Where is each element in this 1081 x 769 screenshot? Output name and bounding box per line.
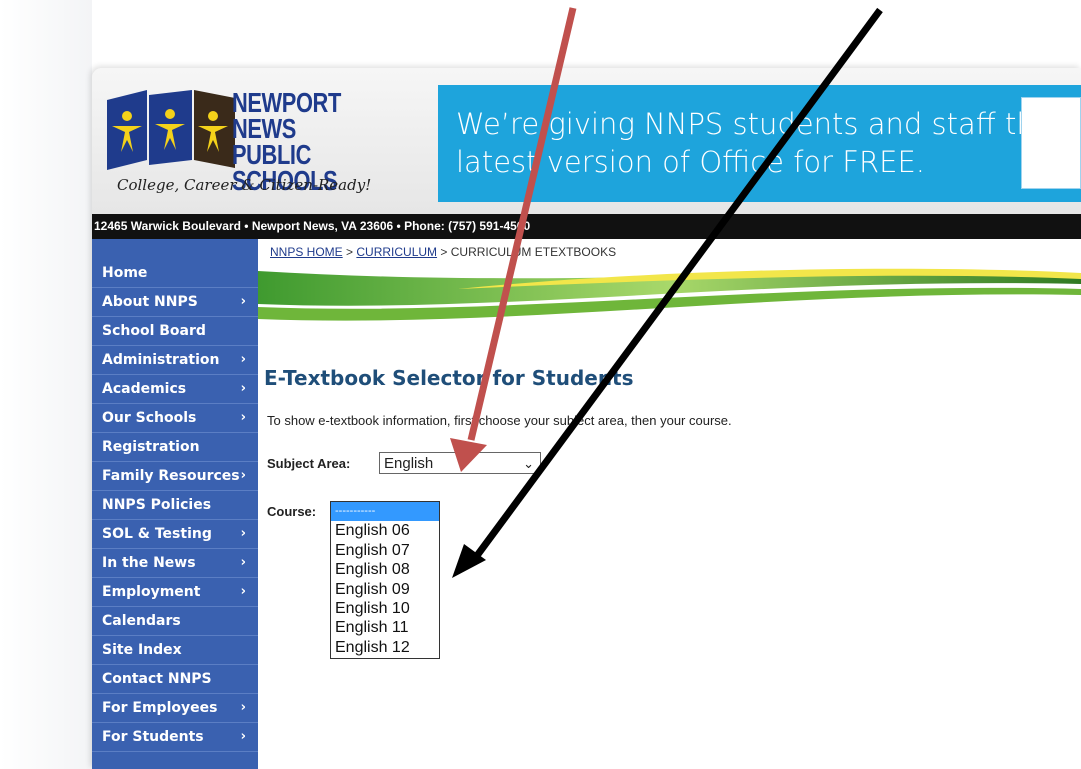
- course-listbox[interactable]: ----------- English 06 English 07 English 0…: [330, 501, 440, 659]
- sidebar-item-label: Registration: [102, 439, 200, 455]
- sidebar-item-administration[interactable]: Administration ›: [92, 346, 258, 375]
- site-header: NEWPORT NEWS PUBLIC SCHOOLS College, Car…: [92, 68, 1081, 214]
- sidebar-item-nnps-policies[interactable]: NNPS Policies: [92, 491, 258, 520]
- course-option[interactable]: English 09: [331, 580, 439, 599]
- nnps-logo[interactable]: NEWPORT NEWS PUBLIC SCHOOLS College, Car…: [102, 84, 422, 204]
- course-option[interactable]: English 08: [331, 560, 439, 579]
- breadcrumb-current: CURRICULUM ETEXTBOOKS: [450, 245, 617, 259]
- sidebar-item-label: Site Index: [102, 642, 182, 658]
- sidebar-item-label: For Employees: [102, 700, 218, 716]
- sidebar-item-calendars[interactable]: Calendars: [92, 607, 258, 636]
- breadcrumb-separator: >: [342, 245, 357, 259]
- chevron-right-icon: ›: [240, 584, 246, 599]
- sidebar-item-about-nnps[interactable]: About NNPS ›: [92, 288, 258, 317]
- sidebar-item-label: About NNPS: [102, 294, 198, 310]
- website-screenshot: NEWPORT NEWS PUBLIC SCHOOLS College, Car…: [92, 68, 1081, 769]
- sidebar-item-school-board[interactable]: School Board: [92, 317, 258, 346]
- sidebar-item-label: For Students: [102, 729, 204, 745]
- sidebar-item-site-index[interactable]: Site Index: [92, 636, 258, 665]
- main-content: NNPS HOME > CURRICULUM > CURRICULUM ETEX…: [258, 239, 1081, 769]
- chevron-right-icon: ›: [240, 294, 246, 309]
- sidebar-item-label: School Board: [102, 323, 206, 339]
- course-option[interactable]: English 11: [331, 618, 439, 637]
- sidebar-item-family-resources[interactable]: Family Resources ›: [92, 462, 258, 491]
- sidebar-item-label: Our Schools: [102, 410, 197, 426]
- slide-page: NEWPORT NEWS PUBLIC SCHOOLS College, Car…: [0, 0, 1081, 769]
- subject-area-row: Subject Area: English ⌄: [267, 452, 541, 474]
- breadcrumb-curriculum-link[interactable]: CURRICULUM: [356, 245, 437, 259]
- subject-area-value: English: [384, 455, 434, 472]
- chevron-right-icon: ›: [240, 410, 246, 425]
- chevron-right-icon: ›: [240, 468, 246, 483]
- chevron-right-icon: ›: [240, 555, 246, 570]
- office-promo-banner[interactable]: We’re giving NNPS students and staff the…: [438, 85, 1081, 202]
- sidebar-item-home[interactable]: Home: [92, 259, 258, 288]
- sidebar-item-label: In the News: [102, 555, 196, 571]
- banner-line2: latest version of Office for FREE.: [456, 145, 925, 179]
- sidebar-item-in-the-news[interactable]: In the News ›: [92, 549, 258, 578]
- intro-text: To show e-textbook information, first ch…: [267, 413, 732, 428]
- sidebar-item-label: Family Resources: [102, 468, 240, 484]
- banner-text: We’re giving NNPS students and staff the…: [456, 105, 1053, 181]
- course-option[interactable]: -----------: [331, 502, 439, 522]
- course-option[interactable]: English 06: [331, 521, 439, 540]
- course-option[interactable]: English 07: [331, 541, 439, 560]
- banner-line1: We’re giving NNPS students and staff the: [456, 107, 1053, 141]
- sidebar-item-academics[interactable]: Academics ›: [92, 375, 258, 404]
- sidebar-item-label: SOL & Testing: [102, 526, 212, 542]
- chevron-right-icon: ›: [240, 526, 246, 541]
- sidebar-nav: Home About NNPS › School Board Administratio…: [92, 239, 258, 769]
- sidebar-item-contact-nnps[interactable]: Contact NNPS: [92, 665, 258, 694]
- chevron-down-icon: ⌄: [523, 456, 534, 471]
- logo-tagline: College, Career & Citizen-Ready!: [117, 176, 372, 194]
- breadcrumb: NNPS HOME > CURRICULUM > CURRICULUM ETEX…: [270, 245, 616, 259]
- sidebar-item-sol-testing[interactable]: SOL & Testing ›: [92, 520, 258, 549]
- subject-area-select[interactable]: English ⌄: [379, 452, 541, 474]
- sidebar-item-label: Employment: [102, 584, 201, 600]
- chevron-right-icon: ›: [240, 729, 246, 744]
- breadcrumb-separator: >: [437, 245, 451, 259]
- chevron-right-icon: ›: [240, 700, 246, 715]
- course-option[interactable]: English 10: [331, 599, 439, 618]
- course-label: Course:: [267, 504, 317, 519]
- subject-area-label: Subject Area:: [267, 456, 351, 471]
- sidebar-item-our-schools[interactable]: Our Schools ›: [92, 404, 258, 433]
- sidebar-item-label: NNPS Policies: [102, 497, 212, 513]
- nnps-logo-icon: [107, 90, 235, 170]
- sidebar-item-for-students[interactable]: For Students ›: [92, 723, 258, 752]
- sidebar-item-label: Contact NNPS: [102, 671, 212, 687]
- address-bar: 12465 Warwick Boulevard • Newport News, …: [92, 214, 1081, 239]
- sidebar-item-label: Calendars: [102, 613, 181, 629]
- banner-image: [1021, 97, 1081, 189]
- sidebar-item-for-employees[interactable]: For Employees ›: [92, 694, 258, 723]
- decorative-swoosh: [258, 268, 1081, 321]
- sidebar-item-label: Administration: [102, 352, 220, 368]
- breadcrumb-home-link[interactable]: NNPS HOME: [270, 245, 343, 259]
- slide-edge-shading: [0, 0, 92, 769]
- chevron-right-icon: ›: [240, 352, 246, 367]
- logo-name-line1: NEWPORT NEWS: [232, 87, 341, 144]
- sidebar-item-label: Home: [102, 265, 148, 281]
- sidebar-nav-list: Home About NNPS › School Board Administratio…: [92, 259, 258, 752]
- sidebar-item-label: Academics: [102, 381, 187, 397]
- sidebar-item-registration[interactable]: Registration: [92, 433, 258, 462]
- page-title: E-Textbook Selector for Students: [264, 366, 634, 390]
- course-option[interactable]: English 12: [331, 638, 439, 657]
- chevron-right-icon: ›: [240, 381, 246, 396]
- sidebar-item-employment[interactable]: Employment ›: [92, 578, 258, 607]
